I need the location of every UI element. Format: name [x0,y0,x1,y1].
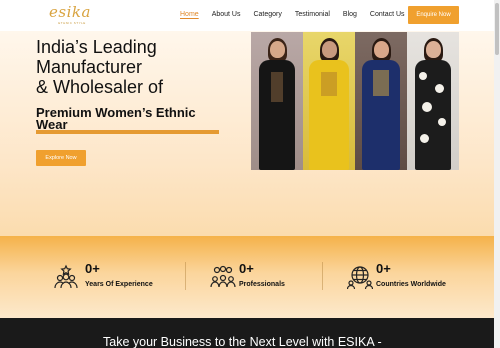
top-navbar: esika ETHNIC STYLE Home About Us Categor… [0,0,494,31]
stat-countries-label: Countries Worldwide [376,281,446,288]
model-black-outfit [251,32,303,170]
hero-subheadline: Premium Women’s Ethnic Wear [36,105,196,132]
stats-divider [185,262,186,290]
logo-tagline: ETHNIC STYLE [58,21,86,25]
team-group-icon [210,265,236,288]
model-floral-outfit [407,32,459,170]
explore-now-button[interactable]: Explore Now [36,150,86,166]
subheadline-underline [36,130,219,134]
headline-line-3: & Wholesaler of [36,77,164,97]
nav-link-blog[interactable]: Blog [343,11,357,18]
stats-divider [322,262,323,290]
stat-professionals-value: 0+ [239,261,254,276]
people-star-icon [54,264,78,289]
logo-wordmark: esika [49,3,91,21]
esika-logo[interactable]: esika ETHNIC STYLE [49,4,95,25]
hero-models-photo [251,32,459,170]
cta-heading: Take your Business to the Next Level wit… [103,335,382,348]
stat-years-label: Years Of Experience [85,281,153,288]
headline-line-1: India’s Leading [36,37,157,57]
enquire-now-button[interactable]: Enquire Now [408,6,459,24]
model-navy-outfit [355,32,407,170]
scrollbar-thumb[interactable] [495,3,499,55]
nav-link-testimonial[interactable]: Testimonial [295,11,330,18]
nav-link-category[interactable]: Category [253,11,281,18]
headline-line-2: Manufacturer [36,57,143,77]
hero-headline: India’s Leading Manufacturer & Wholesale… [36,37,236,97]
stat-years-value: 0+ [85,261,100,276]
nav-link-home[interactable]: Home [180,11,199,18]
stat-professionals-label: Professionals [239,281,285,288]
stat-countries-value: 0+ [376,261,391,276]
nav-link-about-us[interactable]: About Us [212,11,241,18]
nav-link-contact-us[interactable]: Contact Us [370,11,405,18]
globe-people-icon [347,266,373,290]
model-yellow-outfit [303,32,355,170]
main-menu: Home About Us Category Testimonial Blog … [180,11,418,18]
